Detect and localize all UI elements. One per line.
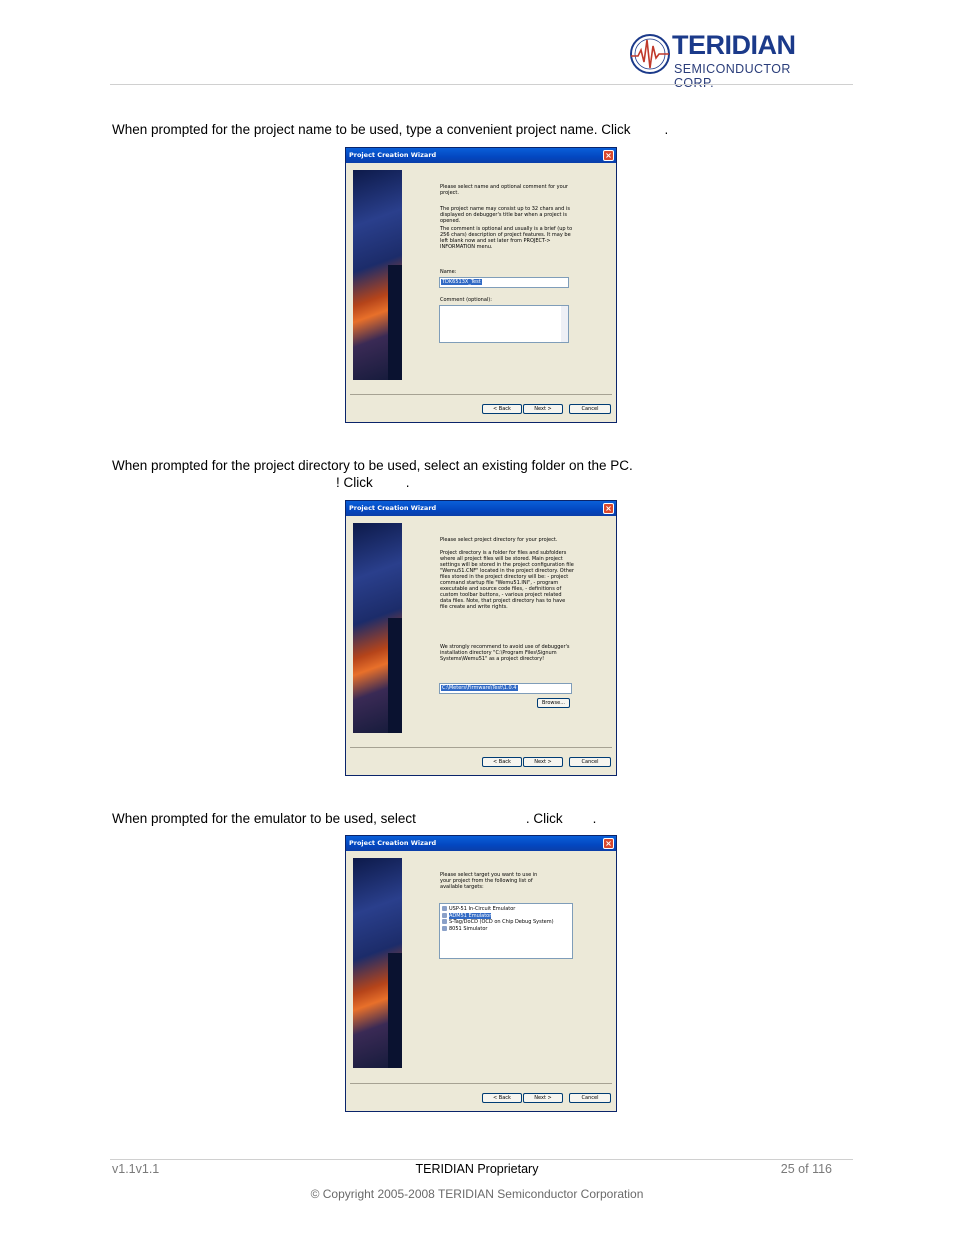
- project-directory-input[interactable]: C:\Meters\Firmware\Test\1.0.4: [439, 683, 572, 694]
- wizard-image: [353, 858, 402, 1068]
- dialog-info-2: The comment is optional and usually is a…: [440, 226, 573, 250]
- name-label: Name:: [440, 269, 457, 275]
- step2-text-line2: ! Click.: [336, 475, 410, 490]
- dialog-titlebar: Project Creation Wizard ×: [346, 501, 616, 516]
- dialog-info-1: Project directory is a folder for files …: [440, 550, 574, 610]
- wizard-dialog-name: Project Creation Wizard × Please select …: [345, 147, 617, 423]
- simulator-icon: [442, 925, 447, 931]
- header-divider: [110, 84, 853, 85]
- emulator-icon: [442, 906, 447, 911]
- dialog-intro: Please select target you want to use in …: [440, 872, 538, 890]
- list-item[interactable]: 8051 Simulator: [440, 925, 572, 933]
- teridian-logo: TERIDIAN SEMICONDUCTOR CORP.: [628, 30, 832, 90]
- comment-textarea[interactable]: [439, 305, 569, 343]
- footer-copyright: © Copyright 2005-2008 TERIDIAN Semicondu…: [310, 1187, 644, 1201]
- dialog-info-2: We strongly recommend to avoid use of de…: [440, 644, 570, 662]
- close-icon[interactable]: ×: [603, 838, 614, 849]
- footer-page-number: 25 of 116: [780, 1162, 832, 1176]
- dialog-titlebar: Project Creation Wizard ×: [346, 148, 616, 163]
- logo-subtitle: SEMICONDUCTOR CORP.: [674, 62, 791, 90]
- wizard-image: [353, 523, 402, 733]
- emulator-icon: [442, 912, 447, 918]
- step2-text-line1: When prompted for the project directory …: [112, 458, 633, 473]
- dialog-info-1: The project name may consist up to 32 ch…: [440, 206, 570, 224]
- logo-brand: TERIDIAN: [672, 30, 796, 60]
- cancel-button[interactable]: Cancel: [569, 757, 611, 767]
- close-icon[interactable]: ×: [603, 503, 614, 514]
- teridian-logo-icon: [630, 34, 670, 74]
- next-button[interactable]: Next >: [523, 757, 563, 767]
- cancel-button[interactable]: Cancel: [569, 404, 611, 414]
- close-icon[interactable]: ×: [603, 150, 614, 161]
- dialog-titlebar: Project Creation Wizard ×: [346, 836, 616, 851]
- dialog-separator: [350, 394, 612, 395]
- project-directory-value: C:\Meters\Firmware\Test\1.0.4: [441, 685, 518, 691]
- step3-text: When prompted for the emulator to be use…: [112, 811, 597, 826]
- back-button[interactable]: < Back: [482, 404, 522, 414]
- dialog-separator: [350, 1083, 612, 1084]
- emulator-icon: [442, 919, 447, 924]
- back-button[interactable]: < Back: [482, 757, 522, 767]
- dialog-intro: Please select name and optional comment …: [440, 184, 568, 196]
- target-list[interactable]: USP-51 In-Circuit Emulator ADM51 Emulato…: [439, 903, 573, 959]
- comment-label: Comment (optional):: [440, 297, 492, 303]
- next-button[interactable]: Next >: [523, 1093, 563, 1103]
- footer-divider: [110, 1159, 853, 1160]
- project-name-input[interactable]: TDK6513X_Test: [439, 277, 569, 288]
- dialog-title: Project Creation Wizard: [349, 151, 437, 159]
- next-button[interactable]: Next >: [523, 404, 563, 414]
- step1-text: When prompted for the project name to be…: [112, 122, 669, 137]
- dialog-title: Project Creation Wizard: [349, 504, 437, 512]
- wizard-dialog-directory: Project Creation Wizard × Please select …: [345, 500, 617, 776]
- project-name-value: TDK6513X_Test: [441, 279, 482, 285]
- back-button[interactable]: < Back: [482, 1093, 522, 1103]
- dialog-separator: [350, 747, 612, 748]
- dialog-title: Project Creation Wizard: [349, 839, 437, 847]
- cancel-button[interactable]: Cancel: [569, 1093, 611, 1103]
- wizard-dialog-target: Project Creation Wizard × Please select …: [345, 835, 617, 1112]
- dialog-intro: Please select project directory for your…: [440, 537, 558, 543]
- browse-button[interactable]: Browse...: [537, 698, 570, 708]
- wizard-image: [353, 170, 402, 380]
